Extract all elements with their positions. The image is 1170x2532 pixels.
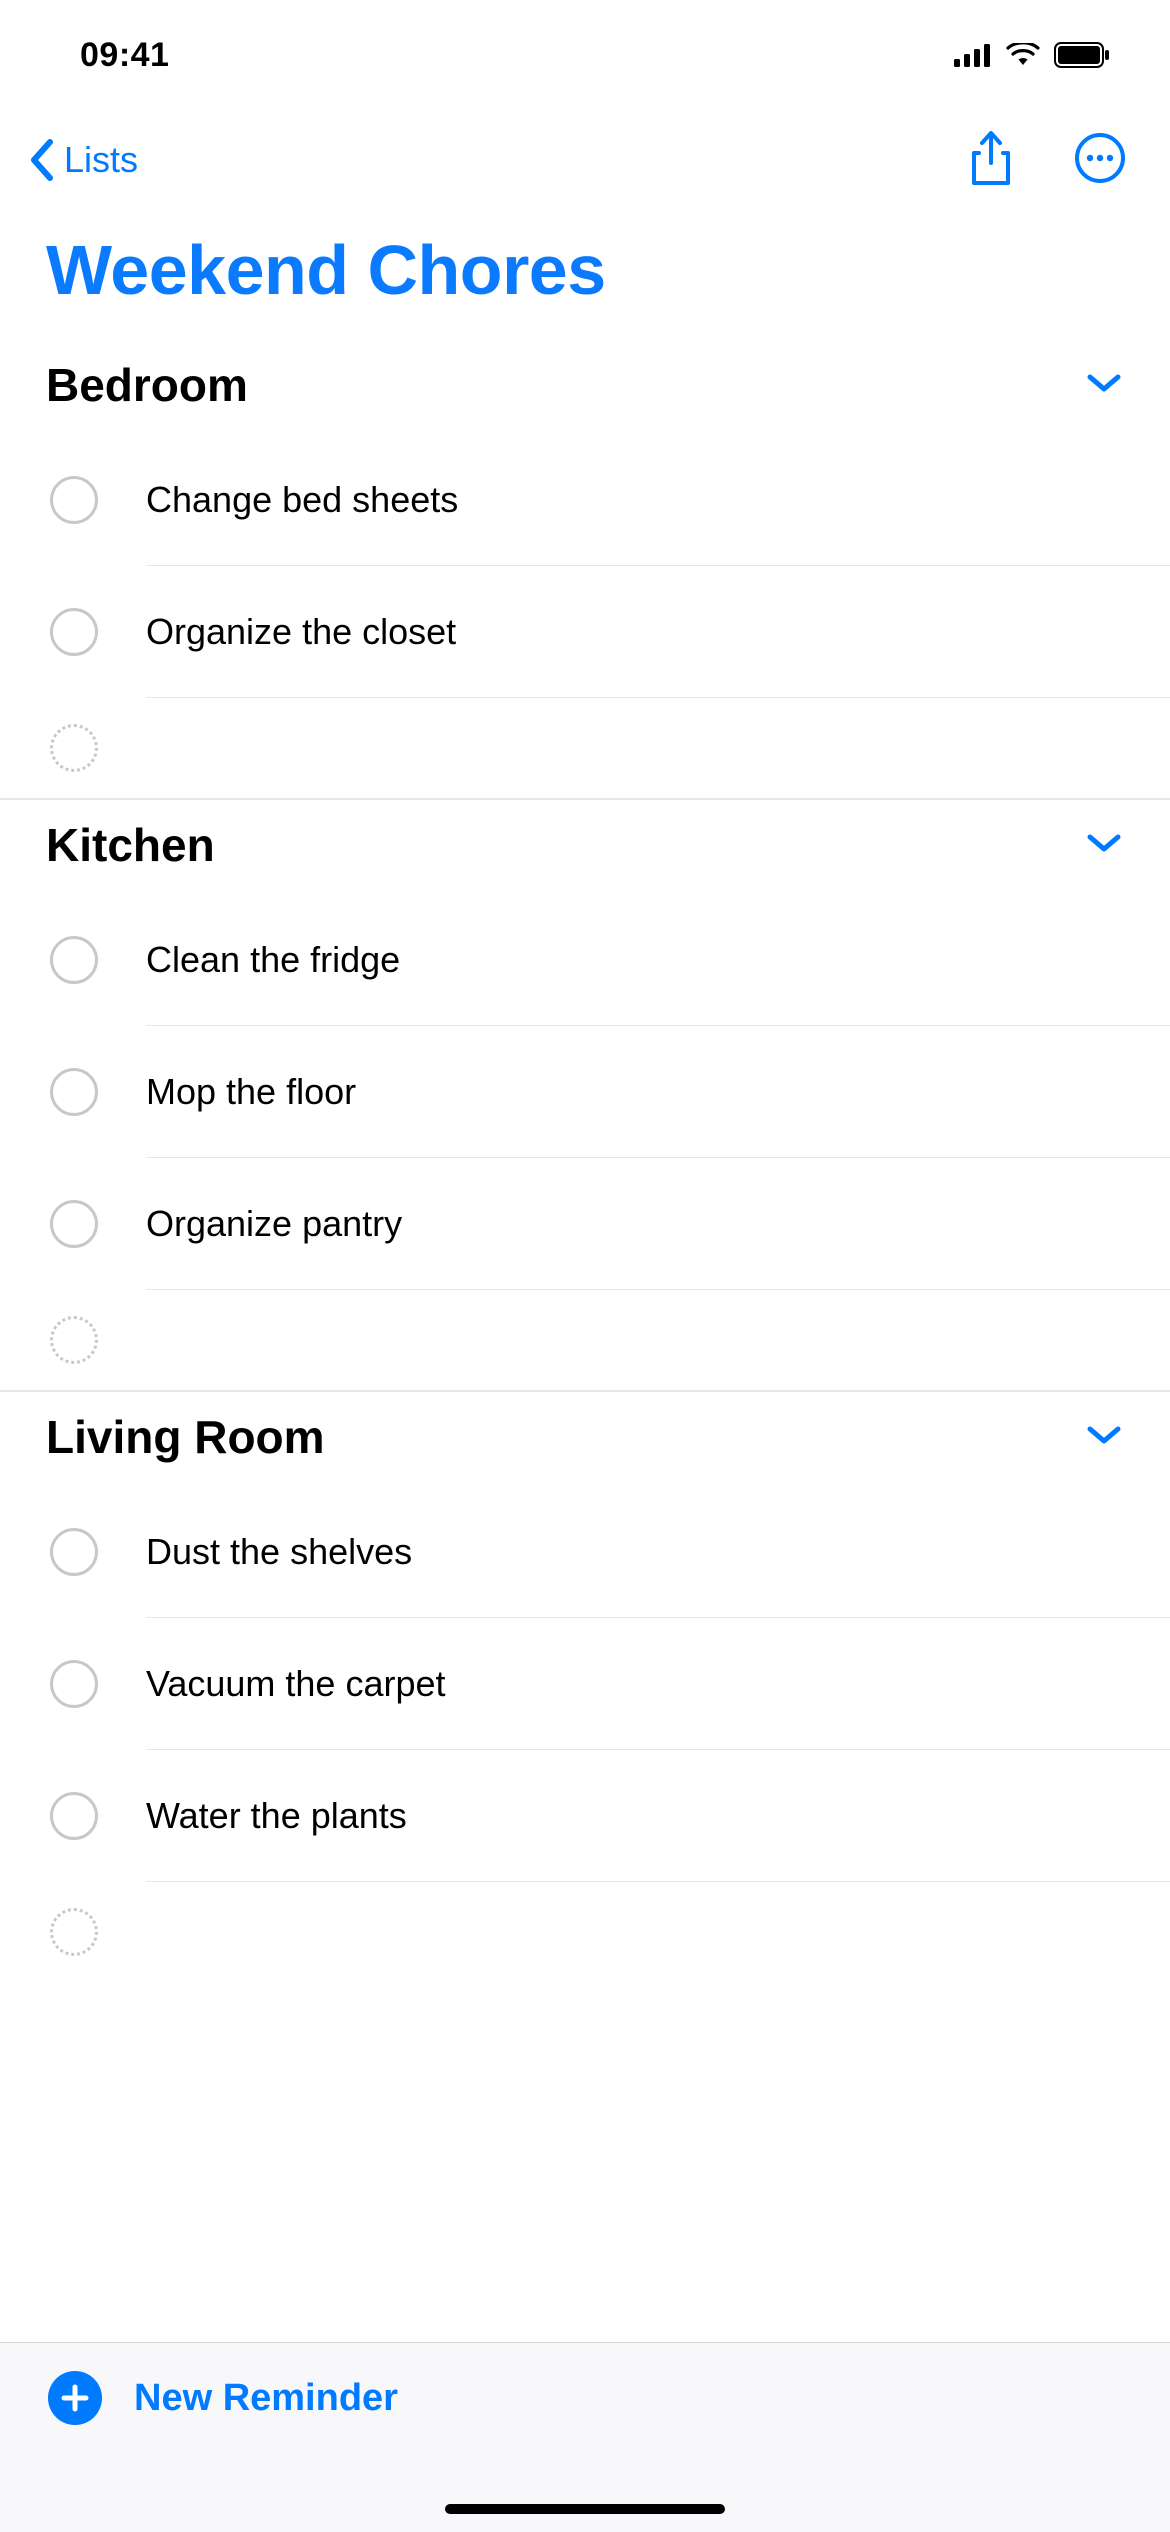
nav-bar: Lists — [0, 110, 1170, 210]
wifi-icon — [1006, 43, 1040, 67]
status-icons — [954, 42, 1110, 68]
reminder-row[interactable]: Organize the closet — [0, 566, 1170, 698]
completion-circle[interactable] — [50, 1200, 98, 1248]
chevron-down-icon — [1086, 371, 1122, 400]
completion-circle[interactable] — [50, 1792, 98, 1840]
section-bedroom: Bedroom Change bed sheets Organize the c… — [0, 340, 1170, 800]
home-indicator[interactable] — [445, 2504, 725, 2514]
section-header[interactable]: Living Room — [0, 1392, 1170, 1486]
new-item-row[interactable] — [0, 698, 1170, 798]
new-item-row[interactable] — [0, 1882, 1170, 1982]
reminder-label: Water the plants — [146, 1795, 407, 1837]
reminder-label: Dust the shelves — [146, 1531, 412, 1573]
completion-circle[interactable] — [50, 1660, 98, 1708]
back-button[interactable]: Lists — [26, 136, 138, 184]
battery-icon — [1054, 42, 1110, 68]
cellular-icon — [954, 43, 992, 67]
reminder-row[interactable]: Dust the shelves — [0, 1486, 1170, 1618]
plus-circle-icon — [48, 2371, 102, 2425]
reminder-label: Organize pantry — [146, 1203, 402, 1245]
section-title: Bedroom — [46, 358, 248, 412]
completion-circle[interactable] — [50, 476, 98, 524]
completion-circle[interactable] — [50, 1528, 98, 1576]
share-icon[interactable] — [968, 129, 1014, 192]
completion-circle[interactable] — [50, 608, 98, 656]
reminder-row[interactable]: Vacuum the carpet — [0, 1618, 1170, 1750]
placeholder-circle-icon — [50, 724, 98, 772]
reminder-row[interactable]: Clean the fridge — [0, 894, 1170, 1026]
section-kitchen: Kitchen Clean the fridge Mop the floor O… — [0, 800, 1170, 1392]
reminder-row[interactable]: Change bed sheets — [0, 434, 1170, 566]
new-reminder-button[interactable]: New Reminder — [48, 2371, 398, 2425]
completion-circle[interactable] — [50, 936, 98, 984]
section-title: Kitchen — [46, 818, 215, 872]
completion-circle[interactable] — [50, 1068, 98, 1116]
chevron-down-icon — [1086, 831, 1122, 860]
reminder-label: Clean the fridge — [146, 939, 400, 981]
reminder-row[interactable]: Organize pantry — [0, 1158, 1170, 1290]
more-icon[interactable] — [1074, 132, 1126, 189]
reminder-label: Organize the closet — [146, 611, 456, 653]
new-reminder-label: New Reminder — [134, 2377, 398, 2420]
reminder-label: Vacuum the carpet — [146, 1663, 446, 1705]
section-title: Living Room — [46, 1410, 325, 1464]
section-header[interactable]: Bedroom — [0, 340, 1170, 434]
reminder-label: Change bed sheets — [146, 479, 458, 521]
page-title: Weekend Chores — [0, 210, 1170, 340]
status-bar: 09:41 — [0, 0, 1170, 110]
placeholder-circle-icon — [50, 1908, 98, 1956]
chevron-left-icon — [26, 136, 60, 184]
back-label: Lists — [64, 139, 138, 181]
bottom-toolbar: New Reminder — [0, 2342, 1170, 2532]
section-living-room: Living Room Dust the shelves Vacuum the … — [0, 1392, 1170, 1982]
reminder-row[interactable]: Water the plants — [0, 1750, 1170, 1882]
new-item-row[interactable] — [0, 1290, 1170, 1390]
chevron-down-icon — [1086, 1423, 1122, 1452]
section-header[interactable]: Kitchen — [0, 800, 1170, 894]
status-time: 09:41 — [80, 36, 169, 75]
placeholder-circle-icon — [50, 1316, 98, 1364]
reminder-row[interactable]: Mop the floor — [0, 1026, 1170, 1158]
reminder-label: Mop the floor — [146, 1071, 356, 1113]
